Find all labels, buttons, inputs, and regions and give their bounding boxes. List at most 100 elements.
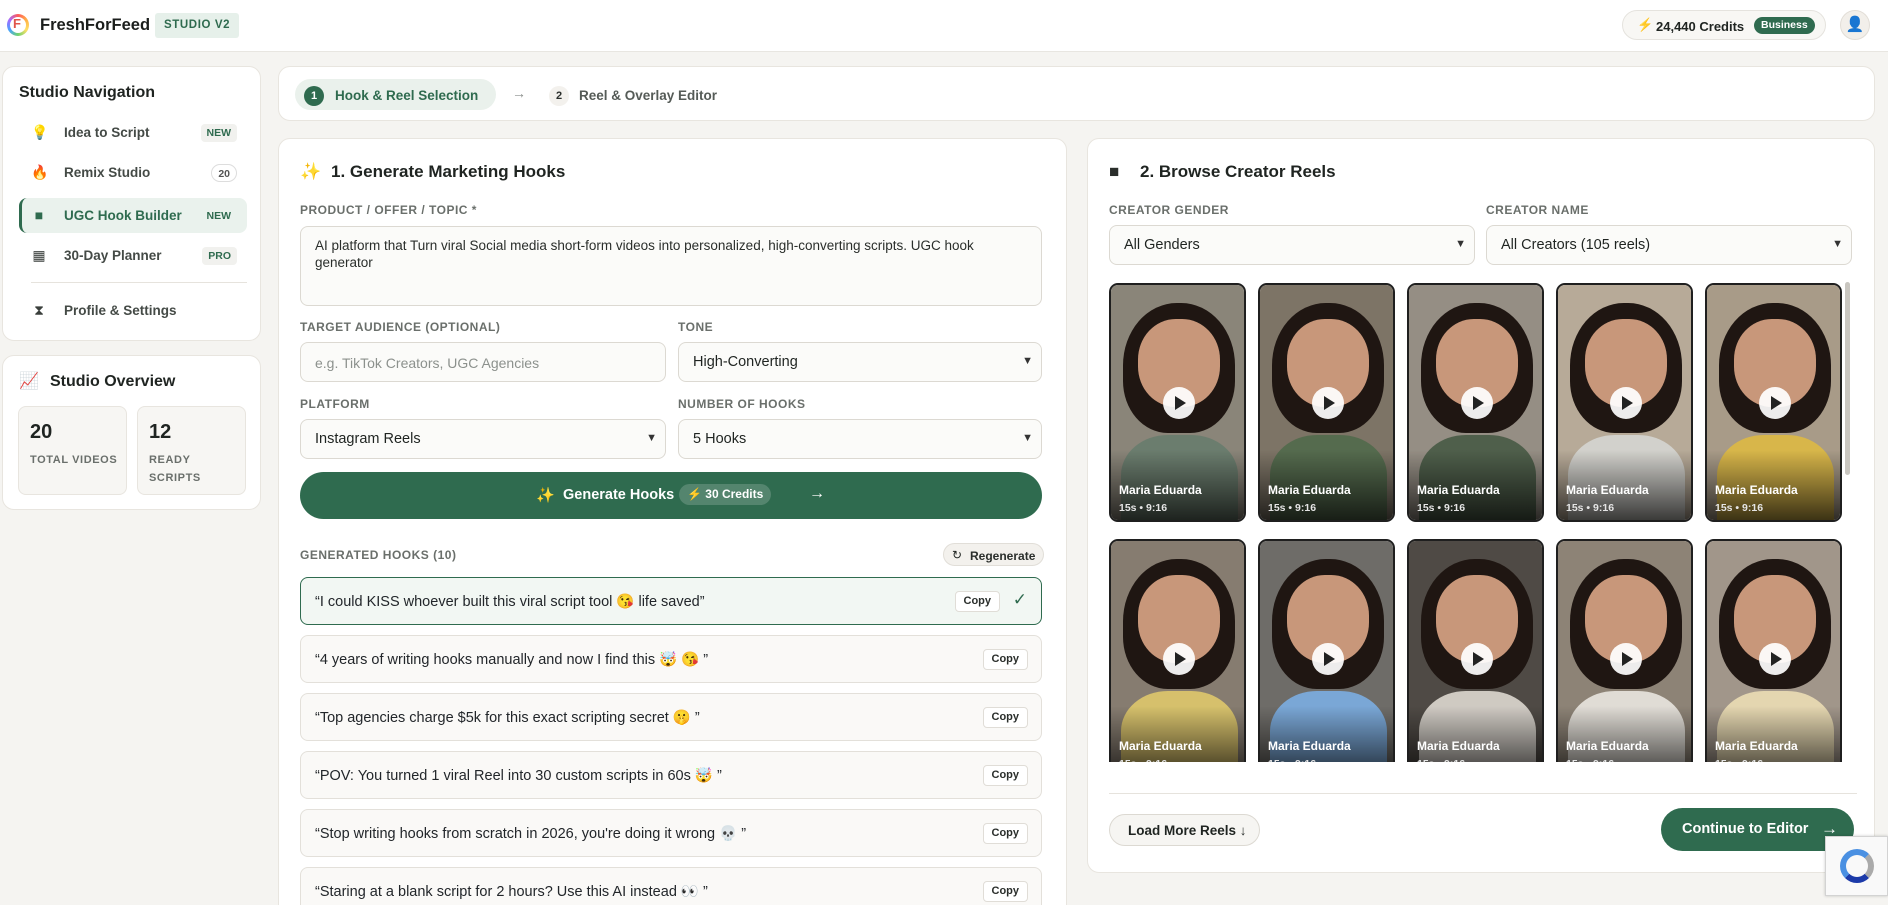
studio-version-badge: STUDIO V2 [155, 13, 240, 38]
reel-meta: 15s • 9:16 [1119, 758, 1167, 762]
recaptcha-badge[interactable] [1825, 836, 1888, 896]
num-hooks-select[interactable]: 5 Hooks ▼ [678, 419, 1042, 459]
copy-button[interactable]: Copy [982, 649, 1028, 670]
reel-card[interactable]: Maria Eduarda 15s • 9:16 [1258, 539, 1395, 762]
hook-item[interactable]: “4 years of writing hooks manually and n… [300, 635, 1042, 683]
audience-input[interactable]: e.g. TikTok Creators, UGC Agencies [300, 342, 666, 382]
reel-creator-name: Maria Eduarda [1566, 739, 1649, 753]
copy-button[interactable]: Copy [982, 881, 1028, 902]
hook-item[interactable]: “Stop writing hooks from scratch in 2026… [300, 809, 1042, 857]
reel-grid: Maria Eduarda 15s • 9:16 Maria Eduarda 15s … [1109, 283, 1857, 762]
creator-gender-value: All Genders [1124, 237, 1200, 253]
reel-card[interactable]: Maria Eduarda 15s • 9:16 [1407, 539, 1544, 762]
tone-value: High-Converting [693, 354, 798, 370]
reel-meta: 15s • 9:16 [1715, 758, 1763, 762]
reel-creator-name: Maria Eduarda [1417, 739, 1500, 753]
reel-creator-name: Maria Eduarda [1715, 483, 1798, 497]
sidebar-item-ugc-hook-builder[interactable]: ■ UGC Hook Builder NEW [19, 198, 247, 233]
play-icon[interactable] [1312, 387, 1344, 419]
sidebar-item-label: UGC Hook Builder [64, 208, 182, 223]
nav-divider [31, 282, 247, 283]
reel-meta: 15s • 9:16 [1417, 502, 1466, 514]
continue-label: Continue to Editor [1682, 821, 1809, 837]
hook-text: “Stop writing hooks from scratch in 2026… [315, 826, 747, 842]
count-badge: 20 [211, 164, 237, 182]
step-number: 2 [549, 86, 569, 106]
refresh-icon: ↻ [952, 548, 963, 562]
chevron-down-icon: ▼ [1022, 355, 1033, 367]
copy-button[interactable]: Copy [982, 823, 1028, 844]
video-camera-icon: ■ [1109, 162, 1120, 181]
sidebar-item-idea-to-script[interactable]: 💡 Idea to Script NEW [19, 115, 247, 150]
copy-button[interactable]: Copy [982, 765, 1028, 786]
step-hook-reel-selection[interactable]: 1 Hook & Reel Selection [295, 79, 496, 110]
reel-shade [1707, 706, 1840, 762]
reel-card[interactable]: Maria Eduarda 15s • 9:16 [1407, 283, 1544, 522]
reel-shade [1409, 706, 1542, 762]
creator-gender-label: CREATOR GENDER [1109, 203, 1229, 217]
sidebar-item-label: Remix Studio [64, 165, 151, 180]
creator-gender-select[interactable]: All Genders ▼ [1109, 225, 1475, 265]
flame-icon: 🔥 [31, 164, 49, 180]
stat-label: TOTAL VIDEOS [30, 454, 118, 466]
chevron-down-icon: ▼ [1832, 238, 1843, 250]
stat-value: 12 [149, 421, 172, 443]
browse-reels-panel: ■ 2. Browse Creator Reels CREATOR GENDER… [1087, 138, 1875, 873]
reel-card[interactable]: Maria Eduarda 15s • 9:16 [1556, 539, 1693, 762]
platform-select[interactable]: Instagram Reels ▼ [300, 419, 666, 459]
play-icon[interactable] [1759, 387, 1791, 419]
copy-button[interactable]: Copy [982, 707, 1028, 728]
play-icon[interactable] [1610, 387, 1642, 419]
reel-creator-name: Maria Eduarda [1417, 483, 1500, 497]
arrow-right-icon: → [512, 85, 526, 101]
reel-card[interactable]: Maria Eduarda 15s • 9:16 [1109, 283, 1246, 522]
creator-name-value: All Creators (105 reels) [1501, 237, 1651, 253]
play-icon[interactable] [1461, 387, 1493, 419]
hook-item[interactable]: “Top agencies charge $5k for this exact … [300, 693, 1042, 741]
copy-button[interactable]: Copy [954, 591, 1000, 612]
checkmark-icon: ✓ [1012, 590, 1027, 609]
load-more-reels-button[interactable]: Load More Reels ↓ [1109, 814, 1260, 846]
play-icon[interactable] [1759, 643, 1791, 675]
pro-tag: PRO [202, 247, 237, 265]
user-avatar-icon[interactable]: 👤 [1840, 10, 1870, 40]
studio-navigation-card: Studio Navigation 💡 Idea to Script NEW 🔥… [2, 66, 261, 341]
tone-select[interactable]: High-Converting ▼ [678, 342, 1042, 382]
reel-grid-scrollbar[interactable] [1845, 282, 1850, 475]
bolt-icon: ⚡ [1637, 17, 1654, 32]
magic-wand-icon: ✨ [536, 487, 555, 504]
credits-pill[interactable]: ⚡ 24,440 Credits Business [1622, 10, 1826, 40]
lightbulb-icon: 💡 [31, 124, 49, 140]
sidebar-item-remix-studio[interactable]: 🔥 Remix Studio 20 [19, 155, 247, 190]
play-icon[interactable] [1312, 643, 1344, 675]
hook-item-selected[interactable]: “I could KISS whoever built this viral s… [300, 577, 1042, 625]
creator-name-select[interactable]: All Creators (105 reels) ▼ [1486, 225, 1852, 265]
play-icon[interactable] [1461, 643, 1493, 675]
creator-name-label: CREATOR NAME [1486, 203, 1589, 217]
sidebar-item-30-day-planner[interactable]: ▦ 30-Day Planner PRO [19, 238, 247, 273]
studio-overview-title: Studio Overview [50, 373, 176, 390]
sidebar-item-profile-settings[interactable]: ⧗ Profile & Settings [19, 293, 247, 328]
product-textarea[interactable]: AI platform that Turn viral Social media… [300, 226, 1042, 306]
reel-meta: 15s • 9:16 [1268, 502, 1317, 514]
hook-item[interactable]: “POV: You turned 1 viral Reel into 30 cu… [300, 751, 1042, 799]
reel-card[interactable]: Maria Eduarda 15s • 9:16 [1258, 283, 1395, 522]
reel-card[interactable]: Maria Eduarda 15s • 9:16 [1705, 539, 1842, 762]
step-label: Reel & Overlay Editor [579, 88, 718, 103]
reel-card[interactable]: Maria Eduarda 15s • 9:16 [1109, 539, 1246, 762]
regenerate-button[interactable]: ↻ Regenerate [943, 543, 1044, 566]
play-icon[interactable] [1163, 643, 1195, 675]
step-number: 1 [304, 86, 324, 106]
generate-hooks-button[interactable]: ✨ Generate Hooks ⚡ 30 Credits → [300, 472, 1042, 519]
brand-name[interactable]: FreshForFeed [40, 16, 150, 35]
play-icon[interactable] [1163, 387, 1195, 419]
step-reel-overlay-editor[interactable]: 2 Reel & Overlay Editor [549, 79, 749, 110]
reel-card[interactable]: Maria Eduarda 15s • 9:16 [1556, 283, 1693, 522]
reel-creator-name: Maria Eduarda [1566, 483, 1649, 497]
play-icon[interactable] [1610, 643, 1642, 675]
hook-item[interactable]: “Staring at a blank script for 2 hours? … [300, 867, 1042, 905]
stat-total-videos: 20 TOTAL VIDEOS [18, 406, 127, 495]
top-bar: F FreshForFeed STUDIO V2 ⚡ 24,440 Credit… [0, 0, 1888, 52]
generate-hooks-panel: ✨ 1. Generate Marketing Hooks PRODUCT / … [278, 138, 1067, 905]
reel-card[interactable]: Maria Eduarda 15s • 9:16 [1705, 283, 1842, 522]
